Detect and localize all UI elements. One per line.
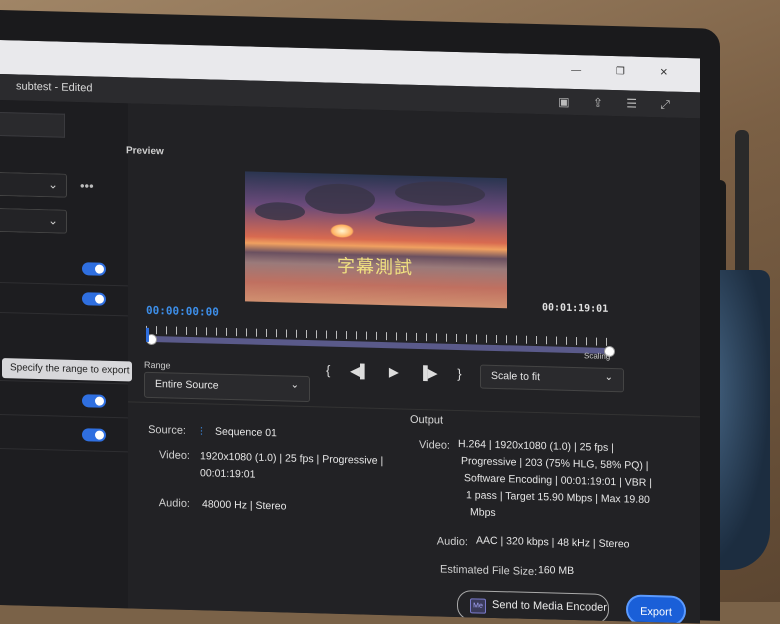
- filesize-label: Estimated File Size:: [440, 563, 538, 579]
- source-video-line1: 1920x1080 (1.0) | 25 fps | Progressive |: [200, 450, 384, 468]
- window-controls-icon[interactable]: — ❐ ✕: [571, 65, 684, 79]
- chevron-down-icon: ⌄: [47, 213, 58, 228]
- header-icons[interactable]: ▣ ⇪ ☰ ⤢: [558, 95, 680, 113]
- range-select[interactable]: Entire Source ⌄: [144, 371, 310, 403]
- send-to-media-encoder-button[interactable]: Me Send to Media Encoder: [457, 589, 609, 624]
- send-to-media-encoder-label: Send to Media Encoder: [492, 598, 607, 614]
- laptop-frame: — ❐ ✕ subtest - Edited ▣ ⇪ ☰ ⤢ ⌄ ••• ⌄ S…: [0, 10, 720, 624]
- play-icon[interactable]: ▶: [389, 364, 399, 380]
- scaling-value: Scale to fit: [491, 369, 541, 384]
- range-label: Range: [144, 359, 171, 371]
- output-audio-label: Audio:: [436, 535, 468, 549]
- timeline-scrubber[interactable]: [146, 322, 615, 358]
- chevron-down-icon: ⌄: [47, 177, 58, 192]
- step-forward-icon[interactable]: ▐▶: [418, 365, 437, 382]
- output-video-line: Mbps: [470, 506, 496, 519]
- range-value: Entire Source: [155, 378, 219, 392]
- audio-toggle[interactable]: [82, 292, 106, 306]
- current-timecode[interactable]: 00:00:00:00: [146, 304, 219, 319]
- source-video-line2: 00:01:19:01: [200, 467, 256, 481]
- metadata-toggle[interactable]: [82, 428, 106, 442]
- set-in-icon[interactable]: {: [326, 363, 330, 378]
- video-toggle[interactable]: [82, 262, 106, 276]
- source-audio-label: Audio:: [158, 497, 190, 510]
- scaling-select[interactable]: Scale to fit ⌄: [480, 364, 624, 393]
- caption-text: 字幕測試: [337, 255, 413, 279]
- settings-row: [0, 252, 128, 287]
- output-video-label: Video:: [419, 438, 450, 452]
- sun: [330, 223, 354, 239]
- settings-row: [0, 418, 128, 453]
- export-button[interactable]: Export: [626, 594, 686, 624]
- scaling-label: Scaling: [584, 351, 611, 361]
- format-select[interactable]: ⌄: [0, 172, 67, 198]
- media-encoder-icon: Me: [470, 598, 486, 614]
- preset-select[interactable]: ⌄: [0, 208, 67, 234]
- settings-row: [0, 282, 128, 317]
- step-back-icon[interactable]: ◀▌: [350, 363, 369, 380]
- source-video-label: Video:: [159, 449, 190, 462]
- more-options-icon[interactable]: •••: [80, 178, 94, 193]
- set-out-icon[interactable]: }: [457, 366, 461, 381]
- chevron-down-icon: ⌄: [604, 371, 613, 384]
- source-audio: 48000 Hz | Stereo: [202, 498, 287, 513]
- filename-field[interactable]: [0, 112, 65, 138]
- output-title: Output: [410, 413, 444, 427]
- duration-timecode: 00:01:19:01: [542, 302, 609, 315]
- preview-label: Preview: [126, 145, 164, 158]
- output-video-line: H.264 | 1920x1080 (1.0) | 25 fps |: [458, 437, 614, 455]
- project-title: subtest - Edited: [16, 80, 93, 95]
- output-video-line: Progressive | 203 (75% HLG, 58% PQ) |: [461, 455, 649, 472]
- settings-row: [0, 384, 128, 419]
- output-video-line: Software Encoding | 00:01:19:01 | VBR |: [464, 472, 652, 490]
- filesize-value: 160 MB: [538, 564, 575, 578]
- output-audio: AAC | 320 kbps | 48 kHz | Stereo: [476, 534, 630, 551]
- transport-controls: { ◀▌ ▶ ▐▶ }: [326, 363, 478, 383]
- chevron-down-icon: ⌄: [290, 379, 299, 391]
- screen: — ❐ ✕ subtest - Edited ▣ ⇪ ☰ ⤢ ⌄ ••• ⌄ S…: [0, 40, 700, 624]
- effects-toggle[interactable]: [82, 394, 106, 408]
- video-preview: 字幕測試: [245, 171, 507, 309]
- source-label: Source:: [148, 423, 186, 437]
- sequence-icon: ⫶: [200, 426, 203, 439]
- source-sequence: ⫶ Sequence 01: [200, 425, 277, 440]
- export-settings-sidebar: ⌄ ••• ⌄: [0, 100, 129, 609]
- playhead[interactable]: [146, 327, 149, 342]
- output-video-line: 1 pass | Target 15.90 Mbps | Max 19.80: [466, 489, 650, 507]
- preview-panel: Preview 字幕測試 00:00:00:00 00:01:19:01 Sca…: [126, 103, 700, 624]
- range-tooltip: Specify the range to export: [2, 358, 132, 382]
